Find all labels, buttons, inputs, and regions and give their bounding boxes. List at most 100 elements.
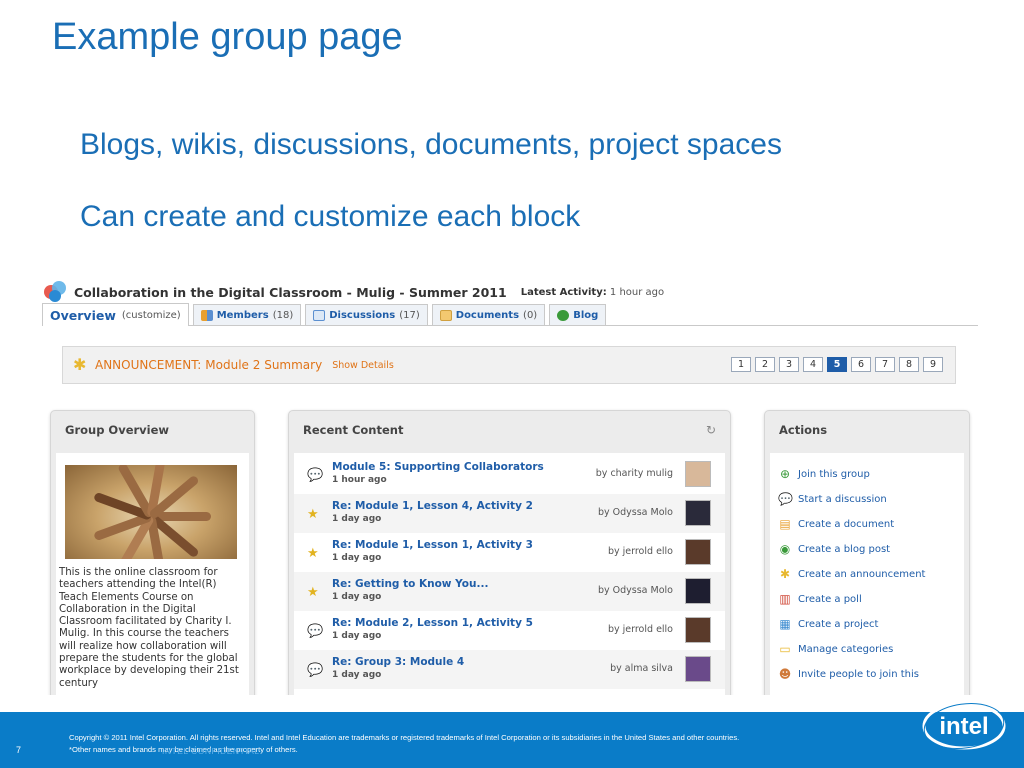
pager-page-4[interactable]: 4 — [803, 357, 823, 372]
list-item[interactable]: 💬 Module 5: Supporting Collaborators 1 h… — [294, 455, 725, 494]
blog-icon — [557, 309, 570, 321]
slide-footer: Copyright © 2011 Intel Corporation. All … — [0, 712, 1024, 768]
discussion-icon: 💬 — [778, 492, 793, 506]
recent-content-panel: Recent Content ↻ 💬 Module 5: Supporting … — [288, 410, 731, 695]
pager-page-9[interactable]: 9 — [923, 357, 943, 372]
blog-icon: ◉ — [779, 542, 791, 556]
group-logo-icon — [44, 281, 66, 303]
recent-content-heading: Recent Content — [303, 423, 404, 437]
page-number: 7 — [16, 745, 22, 755]
tab-members-count: (18) — [272, 309, 294, 321]
tab-discussions[interactable]: Discussions (17) — [305, 304, 428, 325]
discussion-icon: 💬 — [307, 663, 324, 678]
pager-page-3[interactable]: 3 — [779, 357, 799, 372]
list-item[interactable]: 💬 Re: Group 3: Module 4 1 day ago by alm… — [294, 650, 725, 689]
star-icon: ★ — [307, 585, 319, 600]
confidential-label: INTEL CONFIDENTIAL — [162, 746, 260, 756]
bullet-customize: Can create and customize each block — [80, 200, 581, 233]
announcement-title[interactable]: Module 2 Summary — [205, 358, 322, 372]
announcement-pager: 1 2 3 4 5 6 7 8 9 — [727, 357, 943, 372]
invite-people-link[interactable]: ☻ Invite people to join this — [778, 663, 919, 685]
slide-title: Example group page — [52, 16, 403, 58]
content-author: by charity mulig — [595, 468, 673, 479]
tab-overview[interactable]: Overview (customize) — [42, 303, 189, 326]
tab-documents-label: Documents — [455, 309, 520, 321]
recent-content-body: 💬 Module 5: Supporting Collaborators 1 h… — [294, 453, 725, 695]
content-author: by jerrold ello — [607, 546, 673, 557]
refresh-icon[interactable]: ↻ — [706, 423, 716, 437]
avatar[interactable] — [685, 578, 711, 604]
content-title[interactable]: Re: Module 1, Lesson 4, Activity 2 — [332, 500, 533, 512]
intel-logo-icon: intel — [922, 702, 1006, 750]
tab-discussions-label: Discussions — [329, 309, 396, 321]
announcement-icon: ✱ — [779, 567, 791, 581]
star-icon: ★ — [307, 546, 319, 561]
group-overview-body: This is the online classroom for teacher… — [56, 453, 249, 695]
join-icon: ⊕ — [779, 467, 791, 481]
action-label: Create a document — [798, 518, 895, 530]
content-author: by jerrold ello — [607, 624, 673, 635]
tab-documents[interactable]: Documents (0) — [431, 304, 546, 325]
pager-page-1[interactable]: 1 — [731, 357, 751, 372]
avatar[interactable] — [685, 617, 711, 643]
start-discussion-link[interactable]: 💬 Start a discussion — [778, 488, 887, 510]
action-label: Create a blog post — [798, 543, 891, 555]
create-poll-link[interactable]: ▥ Create a poll — [778, 588, 862, 610]
star-icon: ★ — [307, 507, 319, 522]
avatar[interactable] — [685, 500, 711, 526]
pager-page-6[interactable]: 6 — [851, 357, 871, 372]
group-description: This is the online classroom for teacher… — [59, 567, 239, 689]
create-project-link[interactable]: ▦ Create a project — [778, 613, 878, 635]
tab-members[interactable]: Members (18) — [192, 304, 302, 325]
content-time: 1 day ago — [332, 514, 382, 524]
action-label: Start a discussion — [798, 493, 887, 505]
manage-categories-link[interactable]: ▭ Manage categories — [778, 638, 893, 660]
tab-overview-customize[interactable]: (customize) — [122, 310, 181, 321]
content-title[interactable]: Re: Group 3: Module 4 — [332, 656, 464, 668]
poll-icon: ▥ — [779, 592, 791, 606]
list-item[interactable]: 💬 Re: Module 2, Lesson 1, Activity 5 1 d… — [294, 611, 725, 650]
content-time: 1 hour ago — [332, 475, 387, 485]
create-document-link[interactable]: ▤ Create a document — [778, 513, 894, 535]
tab-blog-label: Blog — [573, 309, 599, 321]
create-announcement-link[interactable]: ✱ Create an announcement — [778, 563, 925, 585]
tab-documents-count: (0) — [523, 309, 538, 321]
discussion-icon: 💬 — [307, 468, 324, 483]
group-header: Collaboration in the Digital Classroom -… — [44, 279, 664, 305]
document-icon — [439, 309, 452, 321]
content-title[interactable]: Re: Module 2, Lesson 1, Activity 5 — [332, 617, 533, 629]
join-group-link[interactable]: ⊕ Join this group — [778, 463, 870, 485]
pager-page-8[interactable]: 8 — [899, 357, 919, 372]
group-tabs: Overview (customize) Members (18) Discus… — [42, 303, 978, 326]
group-page-screenshot: Collaboration in the Digital Classroom -… — [40, 275, 980, 695]
avatar[interactable] — [685, 656, 711, 682]
create-blog-post-link[interactable]: ◉ Create a blog post — [778, 538, 890, 560]
latest-activity-value: 1 hour ago — [609, 286, 665, 298]
list-item[interactable]: ★ Re: Getting to Know You... 1 day ago b… — [294, 572, 725, 611]
content-title[interactable]: Re: Module 1, Lesson 1, Activity 3 — [332, 539, 533, 551]
content-time: 1 day ago — [332, 631, 382, 641]
pager-page-5-current[interactable]: 5 — [827, 357, 847, 372]
list-item[interactable]: ★ Re: Module 1, Lesson 4, Activity 2 1 d… — [294, 494, 725, 533]
content-time: 1 day ago — [332, 592, 382, 602]
content-time: 1 day ago — [332, 553, 382, 563]
show-details-link[interactable]: Show Details — [332, 360, 394, 371]
tab-blog[interactable]: Blog — [549, 304, 607, 325]
tab-overview-label: Overview — [50, 307, 116, 323]
pager-page-7[interactable]: 7 — [875, 357, 895, 372]
announcement-icon: ✱ — [73, 355, 87, 374]
avatar[interactable] — [685, 539, 711, 565]
group-overview-heading: Group Overview — [65, 423, 170, 437]
list-item[interactable]: ★ Re: Module 1, Lesson 1, Activity 3 1 d… — [294, 533, 725, 572]
action-label: Create a poll — [798, 593, 862, 605]
content-title[interactable]: Re: Getting to Know You... — [332, 578, 488, 590]
avatar[interactable] — [685, 461, 711, 487]
pager-page-2[interactable]: 2 — [755, 357, 775, 372]
content-title[interactable]: Module 5: Supporting Collaborators — [332, 461, 544, 473]
bullet-blogs: Blogs, wikis, discussions, documents, pr… — [80, 128, 782, 161]
document-icon: ▤ — [779, 517, 791, 531]
discussion-icon — [313, 309, 326, 321]
project-icon: ▦ — [779, 617, 791, 631]
actions-panel: Actions ⊕ Join this group 💬 Start a disc… — [764, 410, 970, 695]
latest-activity-label: Latest Activity: — [520, 286, 607, 298]
